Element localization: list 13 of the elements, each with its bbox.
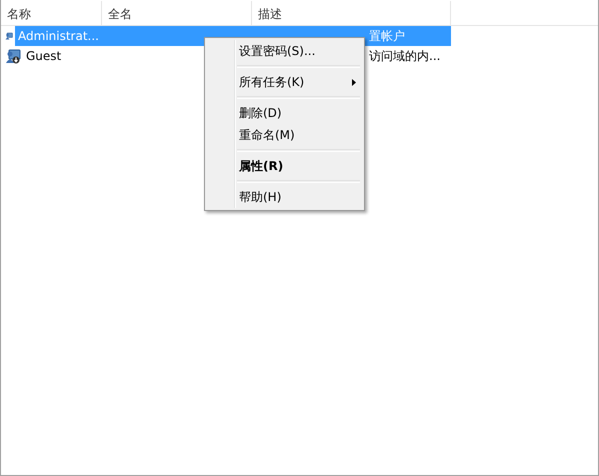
menu-item[interactable]: 所有任务(K) [207, 71, 362, 93]
column-header[interactable]: 名称 [1, 1, 102, 25]
table-cell[interactable]: Guest [23, 46, 64, 66]
menu-item[interactable]: 重命名(M) [207, 124, 362, 146]
menu-item[interactable]: 设置密码(S)... [207, 40, 362, 62]
menu-item[interactable]: 属性(R) [207, 155, 362, 177]
table-cell-text: 访问域的内... [368, 48, 442, 65]
menu-item[interactable]: 删除(D) [207, 102, 362, 124]
column-header[interactable]: 全名 [102, 1, 252, 25]
user-icon [5, 48, 21, 64]
column-header[interactable]: 描述 [252, 1, 451, 25]
menu-item[interactable]: 帮助(H) [207, 186, 362, 208]
submenu-arrow-icon [352, 78, 356, 86]
